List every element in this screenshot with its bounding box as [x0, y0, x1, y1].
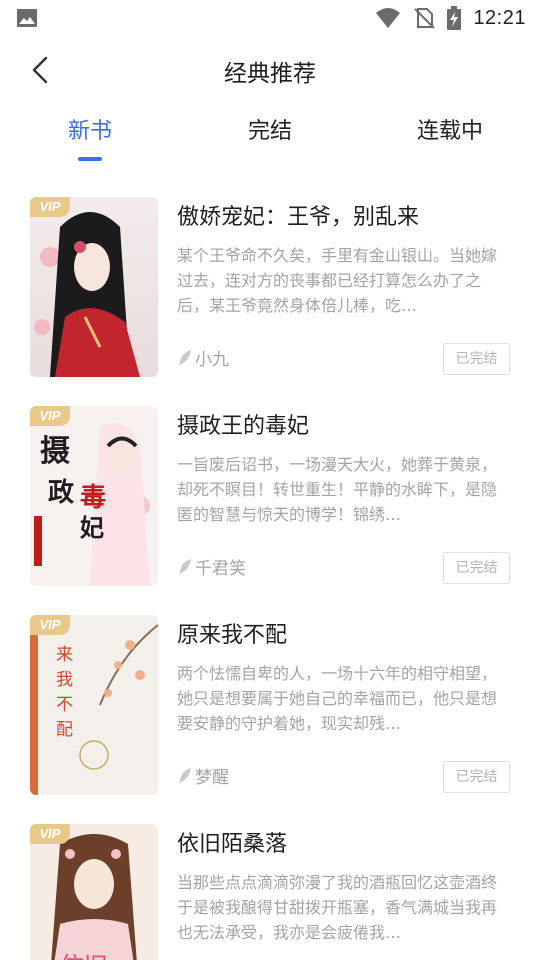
author-name: 千君笑	[195, 559, 246, 579]
book-author: 小九	[177, 345, 229, 370]
book-author: 千君笑	[177, 554, 246, 579]
book-cover: 来 我 不 配 VIP	[30, 615, 158, 795]
gallery-icon	[17, 9, 37, 27]
quill-icon	[179, 767, 191, 784]
book-description: 某个王爷命不久矣，手里有金山银山。当她嫁过去，连对方的丧事都已经打算怎么办了之后…	[177, 246, 498, 315]
svg-text:来: 来	[56, 645, 73, 665]
cover-art	[30, 197, 158, 377]
quill-icon	[179, 349, 191, 366]
header: 经典推荐	[0, 36, 540, 106]
author-name: 梦醒	[195, 768, 229, 788]
clock: 12:21	[473, 6, 526, 29]
no-sim-icon	[414, 8, 436, 29]
book-author: 梦醒	[177, 763, 229, 788]
cover-art: 依旧	[30, 824, 158, 960]
cover-art: 摄 政 毒 妃	[30, 406, 158, 586]
tab-label: 新书	[67, 119, 112, 144]
svg-text:妃: 妃	[80, 513, 104, 542]
book-title: 依旧陌桑落	[177, 832, 288, 857]
battery-charging-icon	[447, 6, 462, 30]
status-badge: 已完结	[443, 552, 510, 584]
status-bar: 12:21	[0, 0, 540, 36]
vip-badge: VIP	[30, 615, 70, 635]
book-item[interactable]: 依旧 VIP 依旧陌桑落 当那些点点滴滴弥漫了我的酒瓶回忆这壶酒终于是被我酿得甘…	[30, 824, 510, 960]
book-title: 原来我不配	[177, 623, 288, 648]
book-description: 当那些点点滴滴弥漫了我的酒瓶回忆这壶酒终于是被我酿得甘甜拨开瓶塞，香气满城当我再…	[177, 873, 498, 942]
quill-icon	[179, 558, 191, 575]
svg-text:依旧: 依旧	[60, 952, 108, 960]
page-title: 经典推荐	[224, 61, 316, 87]
vip-badge: VIP	[30, 197, 70, 217]
svg-text:毒: 毒	[80, 483, 106, 513]
author-name: 小九	[195, 350, 229, 370]
wifi-icon	[376, 8, 401, 28]
book-item[interactable]: 摄 政 毒 妃 VIP 摄政王的毒妃 一旨废后诏书，一场漫天大火，她葬于黄泉，却…	[30, 406, 510, 586]
book-cover: 摄 政 毒 妃 VIP	[30, 406, 158, 586]
book-item[interactable]: VIP 傲娇宠妃：王爷，别乱来 某个王爷命不久矣，手里有金山银山。当她嫁过去，连…	[30, 197, 510, 377]
book-cover: 依旧 VIP	[30, 824, 158, 960]
vip-badge: VIP	[30, 824, 70, 844]
tab-label: 连载中	[416, 119, 483, 144]
tab-completed[interactable]: 完结	[230, 112, 310, 164]
status-icons: 12:21	[375, 6, 526, 30]
cover-art: 来 我 不 配	[30, 615, 158, 795]
vip-badge: VIP	[30, 406, 70, 426]
svg-text:摄: 摄	[40, 434, 70, 469]
tab-serializing[interactable]: 连载中	[400, 112, 500, 164]
book-description: 一旨废后诏书，一场漫天大火，她葬于黄泉，却死不瞑目！转世重生！平静的水眸下，是隐…	[177, 455, 498, 524]
active-tab-indicator	[78, 157, 102, 161]
book-description: 两个怯懦自卑的人，一场十六年的相守相望，她只是想要属于她自己的幸福而已，他只是想…	[177, 664, 498, 733]
svg-text:政: 政	[48, 477, 74, 508]
book-title: 傲娇宠妃：王爷，别乱来	[177, 205, 420, 230]
svg-text:配: 配	[56, 720, 73, 740]
status-badge: 已完结	[443, 343, 510, 375]
svg-text:我: 我	[56, 670, 73, 690]
svg-text:不: 不	[56, 695, 73, 715]
tab-bar: 新书 完结 连载中	[0, 112, 540, 164]
book-cover: VIP	[30, 197, 158, 377]
status-badge: 已完结	[443, 761, 510, 793]
book-item[interactable]: 来 我 不 配 VIP 原来我不配 两个怯懦自卑的人，一场十六年的相守相望，她只…	[30, 615, 510, 795]
tab-label: 完结	[247, 119, 292, 144]
book-title: 摄政王的毒妃	[177, 414, 310, 439]
